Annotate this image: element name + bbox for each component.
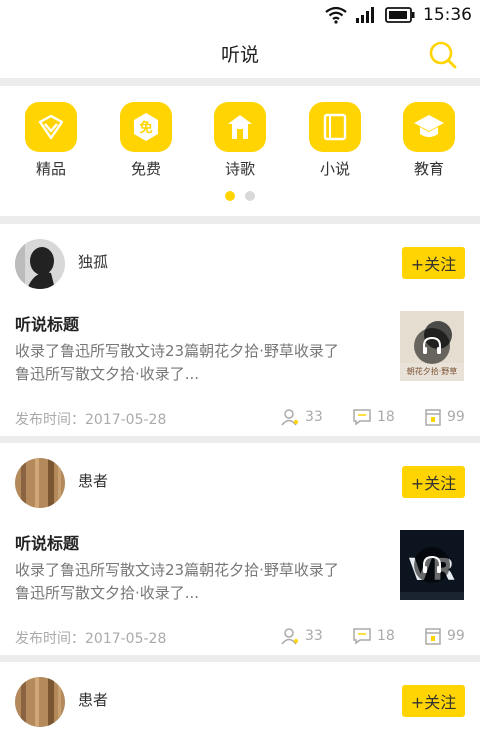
- post-thumbnail[interactable]: 朝花夕拾·野草: [400, 311, 464, 381]
- clock: 15:36: [423, 5, 472, 25]
- description-line: 收录了鲁迅所写散文诗23篇朝花夕拾·野草收录了: [15, 561, 339, 579]
- description-line: 收录了鲁迅所写散文诗23篇朝花夕拾·野草收录了: [15, 342, 339, 360]
- graduation-cap-icon: [403, 102, 455, 152]
- category-label: 教育: [413, 160, 444, 178]
- category-poetry[interactable]: 诗歌: [200, 102, 280, 179]
- nav-bar: 听说: [0, 30, 480, 78]
- user-icon: [281, 628, 298, 645]
- post-header: 独孤 +关注: [0, 224, 480, 302]
- carousel-dot-active[interactable]: [225, 191, 235, 201]
- search-icon[interactable]: [428, 40, 458, 70]
- listeners-stat: 33: [281, 408, 323, 426]
- gifts-stat[interactable]: 99: [425, 627, 465, 645]
- post-card[interactable]: 独孤 +关注 听说标题 收录了鲁迅所写散文诗23篇朝花夕拾·野草收录了 鲁迅所写…: [0, 224, 480, 436]
- house-icon: [214, 102, 266, 152]
- carousel-dot[interactable]: [245, 191, 255, 201]
- post-description: 收录了鲁迅所写散文诗23篇朝花夕拾·野草收录了 鲁迅所写散文夕拾·收录了...: [15, 340, 385, 386]
- free-badge-text: 免: [139, 120, 152, 136]
- gift-icon: [425, 628, 441, 645]
- comment-icon: [353, 628, 371, 645]
- post-thumbnail[interactable]: VR: [400, 530, 464, 600]
- page-title: 听说: [220, 44, 259, 66]
- author-name[interactable]: 患者: [78, 470, 108, 491]
- description-line: 鲁迅所写散文夕拾·收录了...: [15, 365, 200, 383]
- gift-icon: [425, 409, 441, 426]
- listeners-stat: 33: [281, 627, 323, 645]
- headphone-icon[interactable]: [414, 547, 450, 583]
- category-novel[interactable]: 小说: [295, 102, 375, 179]
- category-free[interactable]: 免 免费: [106, 102, 186, 179]
- author-name[interactable]: 患者: [78, 689, 108, 710]
- follow-button[interactable]: +关注: [402, 685, 465, 717]
- gifts-count: 99: [447, 409, 465, 425]
- headphone-icon[interactable]: [414, 328, 450, 364]
- author-name[interactable]: 独孤: [78, 251, 108, 272]
- post-description: 收录了鲁迅所写散文诗23篇朝花夕拾·野草收录了 鲁迅所写散文夕拾·收录了...: [15, 559, 385, 605]
- avatar[interactable]: [15, 458, 65, 508]
- post-card[interactable]: 患者 +关注 听说标题 收录了鲁迅所写散文诗23篇朝花夕拾·野草收录了 鲁迅所写…: [0, 443, 480, 655]
- gifts-count: 99: [447, 628, 465, 644]
- description-line: 鲁迅所写散文夕拾·收录了...: [15, 584, 200, 602]
- follow-button[interactable]: +关注: [402, 247, 465, 279]
- follow-button[interactable]: +关注: [402, 466, 465, 498]
- comments-count: 18: [377, 409, 395, 425]
- comments-stat[interactable]: 18: [353, 627, 395, 645]
- category-label: 精品: [35, 160, 66, 178]
- post-title[interactable]: 听说标题: [15, 311, 79, 335]
- post-card[interactable]: 患者 +关注: [0, 662, 480, 750]
- signal-icon: [356, 7, 374, 23]
- category-panel: 精品 免 免费 诗歌 小说 教育: [0, 86, 480, 216]
- comment-icon: [353, 409, 371, 426]
- book-icon: [309, 102, 361, 152]
- category-jingpin[interactable]: 精品: [11, 102, 91, 179]
- avatar[interactable]: [15, 239, 65, 289]
- free-badge-icon: 免: [120, 102, 172, 152]
- category-education[interactable]: 教育: [389, 102, 469, 179]
- category-label: 诗歌: [224, 160, 255, 178]
- gifts-stat[interactable]: 99: [425, 408, 465, 426]
- user-icon: [281, 409, 298, 426]
- publish-date: 发布时间：2017-05-28: [15, 631, 167, 647]
- status-bar: 15:36: [0, 0, 480, 30]
- post-title[interactable]: 听说标题: [15, 530, 79, 554]
- publish-date: 发布时间：2017-05-28: [15, 412, 167, 428]
- listeners-count: 33: [305, 628, 323, 644]
- carousel-indicator: [0, 191, 480, 201]
- post-header: 患者 +关注: [0, 443, 480, 521]
- comments-stat[interactable]: 18: [353, 408, 395, 426]
- listeners-count: 33: [305, 409, 323, 425]
- wifi-icon: [325, 6, 347, 24]
- thumbnail-caption: 朝花夕拾·野草: [407, 366, 458, 376]
- battery-icon: [385, 7, 415, 23]
- category-label: 小说: [319, 160, 350, 178]
- category-label: 免费: [130, 160, 161, 178]
- comments-count: 18: [377, 628, 395, 644]
- avatar[interactable]: [15, 677, 65, 727]
- post-header: 患者 +关注: [0, 662, 480, 740]
- diamond-icon: [25, 102, 77, 152]
